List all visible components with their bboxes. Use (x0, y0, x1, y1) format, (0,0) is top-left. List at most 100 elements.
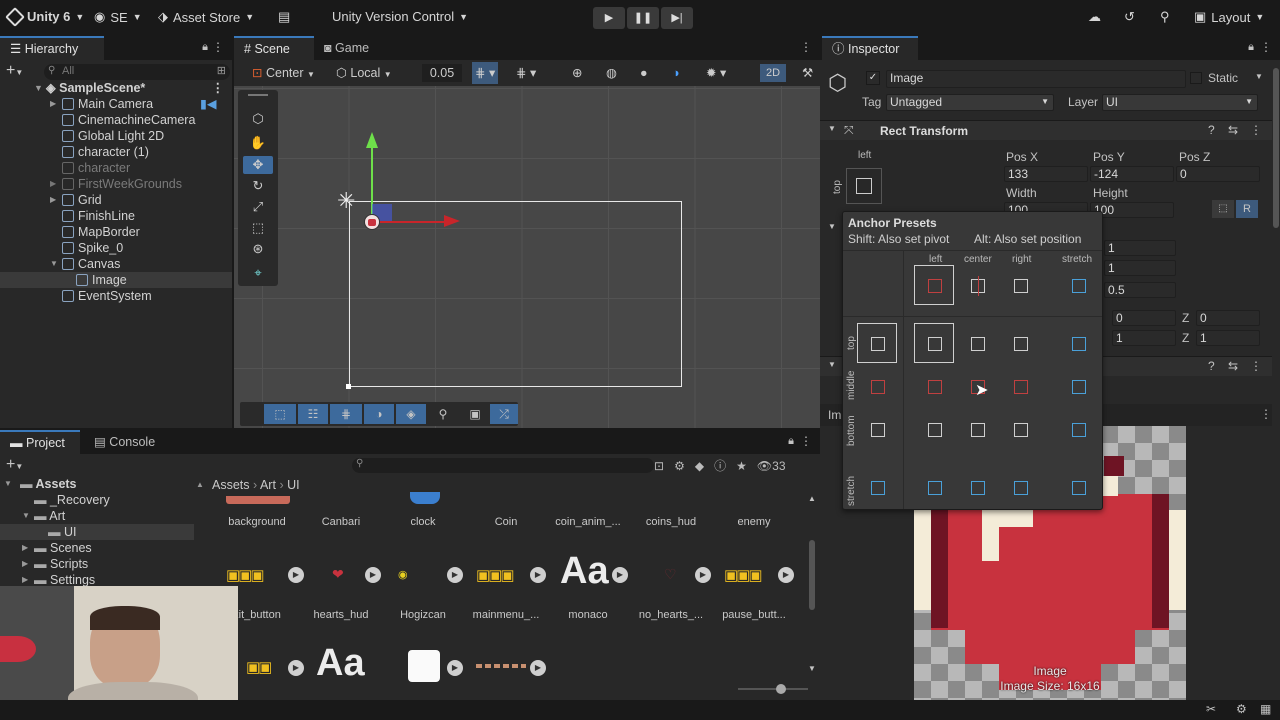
posz-field[interactable]: 0 (1176, 166, 1260, 182)
hierarchy-item[interactable]: ▶ Grid (0, 192, 232, 208)
object-name-field[interactable]: Image (886, 70, 1186, 88)
expand-arrow-icon[interactable]: ▶ (50, 96, 56, 112)
expand-arrow-icon[interactable]: ▶ (50, 176, 56, 192)
hierarchy-item[interactable]: EventSystem (0, 288, 232, 304)
anchor-preset-center-top[interactable] (957, 323, 997, 363)
asset-scrollbar[interactable]: ▲ ▼ (808, 494, 816, 673)
zoom-icon[interactable]: ⚲ (428, 404, 458, 424)
breadcrumb-item[interactable]: Assets (212, 478, 250, 492)
layout-button[interactable]: ▣ Layout ▼ (1194, 9, 1264, 25)
posy-field[interactable]: -124 (1090, 166, 1174, 182)
scroll-down-icon[interactable]: ▼ (808, 664, 816, 673)
anchor-preset-stretch-bottom[interactable] (1058, 409, 1098, 449)
anchor-preset-stretch-middle[interactable] (1058, 366, 1098, 406)
asset-label[interactable]: no_hearts_... (630, 609, 712, 621)
tab-console[interactable]: ▤ Console (84, 430, 165, 454)
more-menu-icon[interactable]: ⋮ (1250, 123, 1262, 137)
more-menu-icon[interactable]: ⋮ (1260, 40, 1272, 54)
anchor-preset-button[interactable] (846, 168, 882, 204)
add-button[interactable]: +▼ (6, 62, 23, 80)
play-preview-icon[interactable]: ▶ (288, 567, 304, 583)
static-checkbox[interactable] (1190, 72, 1202, 84)
asset-store-button[interactable]: ⬗ Asset Store ▼ (158, 9, 254, 25)
asset-label[interactable]: background (216, 516, 298, 528)
anchor-preset-center-none[interactable] (957, 265, 997, 305)
scroll-up-icon[interactable]: ▲ (196, 480, 204, 489)
version-control-button[interactable]: Unity Version Control ▼ (332, 9, 468, 24)
hierarchy-item[interactable]: ▶ Main Camera ▮◀ (0, 96, 232, 112)
visibility-icon[interactable]: 👁︎ (757, 459, 772, 473)
hierarchy-search-input[interactable]: ⚲ All ⊞ (44, 64, 230, 80)
account-button[interactable]: ◉ SE ▼ (94, 9, 142, 25)
camera-icon[interactable]: ▣ (460, 404, 490, 424)
warning-filter-icon[interactable]: ⓘ (714, 459, 726, 473)
snap-increment-field[interactable]: 0.05 (422, 64, 462, 82)
rotate-tool-icon[interactable]: ↻ (243, 177, 273, 195)
favorite-icon[interactable]: ★ (736, 459, 747, 473)
project-search-input[interactable]: ⚲ (352, 458, 654, 473)
exit-button-thumbnail[interactable]: ▣▣▣ (226, 566, 265, 584)
anchor-min-field[interactable]: 1 (1104, 240, 1176, 256)
asset-thumbnail[interactable]: ▣▣ (246, 658, 272, 676)
play-preview-icon[interactable]: ▶ (530, 660, 546, 676)
sprite-icon[interactable]: ◑ (364, 404, 394, 424)
anchor-preset-left-middle[interactable] (914, 366, 954, 406)
expand-arrow-icon[interactable]: ▼ (4, 476, 12, 492)
hierarchy-item[interactable]: character (0, 160, 232, 176)
grid-snap-icon[interactable]: ⋕ ▾ (516, 62, 536, 84)
anchor-preset-none-stretch[interactable] (857, 467, 897, 507)
layer-dropdown[interactable]: UI ▼ (1102, 94, 1258, 111)
tree-item[interactable]: ▼ ▬ Art (0, 508, 232, 524)
anchor-preset-right-middle[interactable] (1000, 366, 1040, 406)
layers-icon[interactable]: ◈ (396, 404, 426, 424)
lock-icon[interactable]: 🔒︎ (788, 435, 794, 448)
pivot-center-dropdown[interactable]: ⊡ Center ▼ (252, 62, 315, 84)
effects-icon[interactable]: ✹ ▾ (706, 62, 726, 84)
mainmenu-thumbnail[interactable]: ▣▣▣ (476, 566, 515, 584)
more-menu-icon[interactable]: ⋮ (800, 40, 812, 54)
tree-item[interactable]: ▶ ▬ Scenes (0, 540, 232, 556)
archive-icon[interactable]: ▤ (278, 9, 290, 25)
label-filter-icon[interactable]: ◆ (695, 459, 704, 473)
more-menu-icon[interactable]: ⋮ (212, 80, 225, 96)
rect-transform-header[interactable]: ▼ ⤧ Rect Transform ? ⇆ ⋮ (820, 120, 1272, 140)
hierarchy-item-selected[interactable]: Image (0, 272, 232, 288)
asset-label[interactable]: pause_butt... (713, 609, 795, 621)
anchor-preset-none-top[interactable] (857, 323, 897, 363)
hierarchy-item[interactable]: ▼ Canvas (0, 256, 232, 272)
snap-toggle-icon[interactable]: ⋕ ▾ (472, 62, 499, 84)
rect-select-icon[interactable]: ⬚ (264, 404, 296, 424)
monaco-font-thumbnail[interactable]: Aa (560, 550, 609, 593)
play-preview-icon[interactable]: ▶ (288, 660, 304, 676)
tab-inspector[interactable]: ⓘ Inspector (822, 36, 918, 60)
history-icon[interactable]: ↺ (1124, 9, 1135, 25)
scroll-up-icon[interactable]: ▲ (808, 494, 816, 503)
network-icon[interactable]: ✂ (1206, 702, 1216, 716)
lock-icon[interactable]: 🔒︎ (1248, 41, 1254, 54)
preset-icon[interactable]: ⇆ (1228, 359, 1238, 373)
play-preview-icon[interactable]: ▶ (447, 567, 463, 583)
active-checkbox[interactable]: ✓ (866, 71, 880, 85)
filter-icon[interactable]: ⊞ (217, 64, 226, 77)
scene-filter-icon[interactable]: ⊡ (654, 459, 664, 473)
hierarchy-item[interactable]: character (1) (0, 144, 232, 160)
cloud-icon[interactable]: ☁ (1088, 9, 1101, 25)
anchor-preset-right-none[interactable] (1000, 265, 1040, 305)
rect-tool-icon[interactable]: ⬚ (243, 219, 273, 237)
grid-overlay-icon[interactable]: ⋕ (330, 404, 362, 424)
tab-scene[interactable]: # Scene (234, 36, 314, 60)
tree-item[interactable]: ▬ _Recovery (0, 492, 232, 508)
play-preview-icon[interactable]: ▶ (447, 660, 463, 676)
step-button[interactable]: ▶| (661, 7, 693, 29)
inspector-scrollbar[interactable] (1272, 64, 1280, 264)
global-view-icon[interactable]: ⊕ (572, 62, 582, 84)
tree-item-selected[interactable]: ▬ UI (0, 524, 194, 540)
tab-hierarchy[interactable]: ☰ Hierarchy (0, 36, 104, 60)
unity-menu[interactable]: Unity 6 ▼ (5, 6, 84, 27)
asset-label[interactable]: Canbari (300, 516, 382, 528)
anchor-preset-center-bottom[interactable] (957, 409, 997, 449)
play-button[interactable]: ▶ (593, 7, 625, 29)
shaded-icon[interactable]: ● (640, 62, 648, 84)
pause-button-thumbnail[interactable]: ▣▣▣ (724, 566, 763, 584)
hogizcan-thumbnail[interactable]: ◉ (398, 568, 408, 581)
